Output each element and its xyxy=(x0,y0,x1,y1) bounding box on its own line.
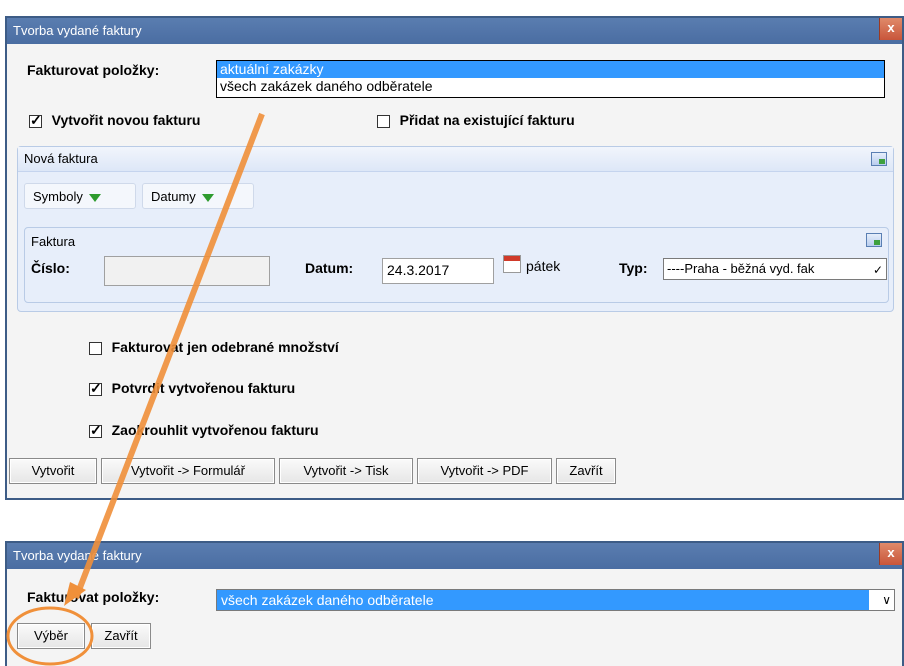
arrow-down-icon xyxy=(88,193,101,202)
option-partial[interactable]: Fakturovat jen odebrané množství xyxy=(89,339,339,356)
create-new-checkbox[interactable] xyxy=(29,112,42,129)
chevron-down-icon: ∨ xyxy=(882,593,891,607)
type-select-value: ----Praha - běžná vyd. fak xyxy=(667,261,815,276)
option-confirm-label: Potvrdit vytvořenou fakturu xyxy=(111,380,296,396)
fakturovat-label: Fakturovat položky: xyxy=(27,62,160,78)
chevron-down-icon: ✓ xyxy=(872,263,883,277)
date-label: Datum: xyxy=(305,260,354,276)
expand-icon[interactable] xyxy=(871,152,887,166)
fakturovat-label: Fakturovat položky: xyxy=(27,589,160,605)
tab-datumy-label: Datumy xyxy=(151,189,196,204)
dialog-title-bar: Tvorba vydané faktury x xyxy=(7,18,902,44)
type-select[interactable]: ----Praha - běžná vyd. fak ✓ xyxy=(663,258,887,280)
option-confirm-checkbox[interactable] xyxy=(89,380,102,397)
new-invoice-title: Nová faktura xyxy=(24,151,98,166)
fakturovat-select-value: všech zakázek daného odběratele xyxy=(217,590,869,610)
dialog-title: Tvorba vydané faktury xyxy=(13,548,142,563)
tab-datumy[interactable]: Datumy xyxy=(142,183,254,209)
option-partial-checkbox[interactable] xyxy=(89,342,102,356)
add-existing-option[interactable]: Přidat na existující fakturu xyxy=(377,112,575,129)
invoice-sub-title: Faktura xyxy=(31,234,76,249)
close-icon[interactable]: x xyxy=(879,543,902,565)
close-button[interactable]: Zavřít xyxy=(91,623,151,649)
option-round[interactable]: Zaokrouhlit vytvořenou fakturu xyxy=(89,422,319,439)
number-label: Číslo: xyxy=(31,260,70,276)
create-pdf-button[interactable]: Vytvořit -> PDF xyxy=(417,458,552,484)
close-icon[interactable]: x xyxy=(879,18,902,40)
dialog-title-bar: Tvorba vydané faktury x xyxy=(7,543,902,569)
invoice-dialog-top: Tvorba vydané faktury x Fakturovat polož… xyxy=(5,16,904,500)
invoice-dialog-bottom: Tvorba vydané faktury x Fakturovat polož… xyxy=(5,541,904,666)
add-existing-label: Přidat na existující fakturu xyxy=(399,112,575,128)
tab-symboly[interactable]: Symboly xyxy=(24,183,136,209)
option-partial-label: Fakturovat jen odebrané množství xyxy=(111,339,339,355)
create-button[interactable]: Vytvořit xyxy=(9,458,97,484)
select-button[interactable]: Výběr xyxy=(17,623,85,649)
type-label: Typ: xyxy=(619,260,648,276)
new-invoice-header: Nová faktura xyxy=(18,147,893,172)
create-new-label: Vytvořit novou fakturu xyxy=(51,112,201,128)
calendar-icon[interactable] xyxy=(503,255,521,273)
tab-symboly-label: Symboly xyxy=(33,189,83,204)
create-print-button[interactable]: Vytvořit -> Tisk xyxy=(279,458,413,484)
new-invoice-section: Nová faktura Symboly Datumy Faktura Čísl… xyxy=(17,146,894,312)
fakturovat-select[interactable]: všech zakázek daného odběratele ∨ xyxy=(216,589,895,611)
create-form-button[interactable]: Vytvořit -> Formulář xyxy=(101,458,275,484)
create-new-option[interactable]: Vytvořit novou fakturu xyxy=(29,112,201,129)
weekday-label: pátek xyxy=(526,258,561,274)
option-round-checkbox[interactable] xyxy=(89,422,102,439)
close-button[interactable]: Zavřít xyxy=(556,458,616,484)
listbox-option-all[interactable]: všech zakázek daného odběratele xyxy=(217,78,884,95)
option-confirm[interactable]: Potvrdit vytvořenou fakturu xyxy=(89,380,296,397)
expand-icon[interactable] xyxy=(866,233,882,247)
add-existing-checkbox[interactable] xyxy=(377,115,390,129)
option-round-label: Zaokrouhlit vytvořenou fakturu xyxy=(111,422,319,438)
listbox-option-current[interactable]: aktuální zakázky xyxy=(217,61,884,78)
fakturovat-listbox[interactable]: aktuální zakázky všech zakázek daného od… xyxy=(216,60,885,98)
date-field[interactable]: 24.3.2017 xyxy=(382,258,494,284)
number-field[interactable] xyxy=(104,256,270,286)
arrow-down-icon xyxy=(201,193,214,202)
dialog-title: Tvorba vydané faktury xyxy=(13,23,142,38)
invoice-subsection: Faktura Číslo: Datum: 24.3.2017 pátek Ty… xyxy=(24,227,889,303)
